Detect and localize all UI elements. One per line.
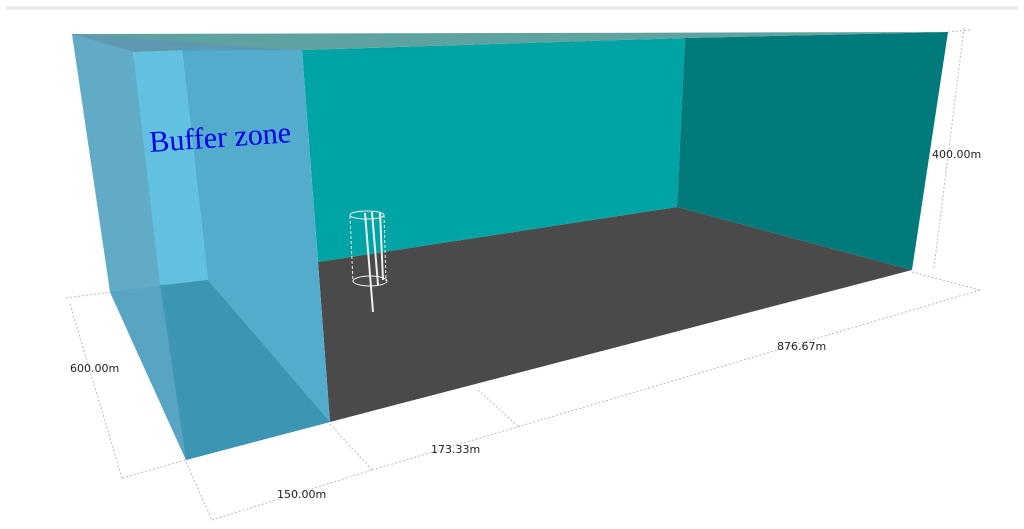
- buffer-width-dimension: 150.00m: [277, 488, 326, 501]
- 3d-viewport[interactable]: Buffer zone 600.00m 150.00m 173.33m 876.…: [0, 0, 1024, 529]
- inner-offset-dimension: 173.33m: [431, 443, 480, 456]
- buffer-zone[interactable]: Buffer zone: [72, 34, 330, 460]
- depth-dimension: 600.00m: [70, 362, 119, 375]
- height-dimension: 400.00m: [932, 148, 981, 161]
- length-dimension: 876.67m: [777, 340, 826, 353]
